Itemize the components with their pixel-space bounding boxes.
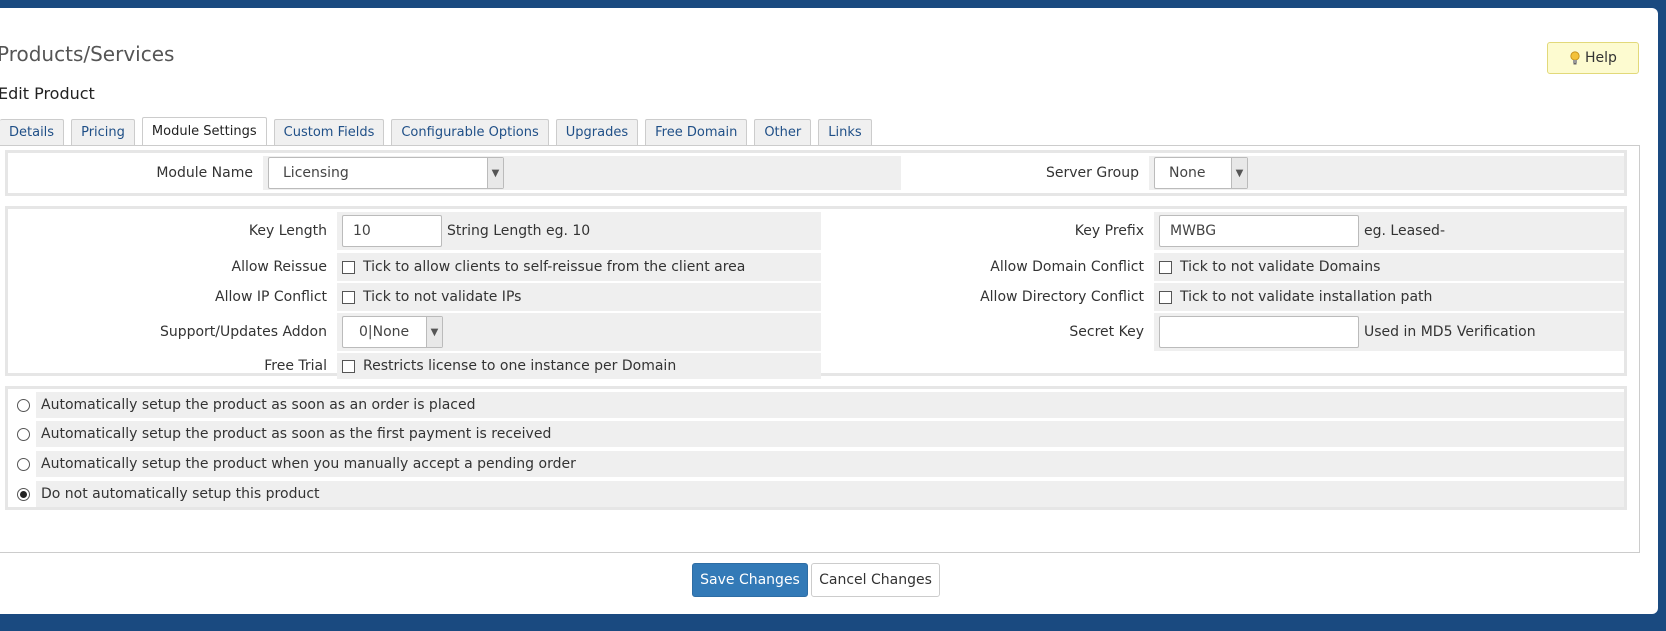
support-addon-select[interactable]: 0|None ▼	[342, 316, 443, 348]
key-length-hint: String Length eg. 10	[447, 223, 591, 239]
tab-pricing[interactable]: Pricing	[71, 119, 135, 145]
key-length-input[interactable]	[342, 215, 442, 247]
tab-bar: Details Pricing Module Settings Custom F…	[0, 117, 872, 145]
page-title: Products/Services	[0, 42, 175, 66]
setup-option: Do not automatically setup this product	[8, 481, 1624, 507]
allow-domain-conflict-text: Tick to not validate Domains	[1180, 259, 1381, 275]
setup-options-box: Automatically setup the product as soon …	[5, 386, 1627, 510]
setup-option-label[interactable]: Do not automatically setup this product	[36, 481, 1624, 507]
help-button[interactable]: Help	[1547, 42, 1639, 74]
setup-option-radio[interactable]	[17, 427, 30, 441]
module-name-label: Module Name	[156, 165, 253, 181]
cancel-changes-button[interactable]: Cancel Changes	[811, 563, 940, 597]
allow-domain-conflict-label: Allow Domain Conflict	[990, 259, 1144, 275]
key-prefix-hint: eg. Leased-	[1364, 223, 1445, 239]
setup-option-label[interactable]: Automatically setup the product as soon …	[36, 421, 1624, 447]
server-group-label: Server Group	[1046, 165, 1139, 181]
tab-module-settings[interactable]: Module Settings	[141, 117, 267, 145]
chevron-down-icon: ▼	[487, 158, 503, 188]
chevron-down-icon: ▼	[1231, 158, 1247, 188]
tab-configurable-options[interactable]: Configurable Options	[391, 119, 549, 145]
allow-directory-conflict-label: Allow Directory Conflict	[980, 289, 1144, 305]
support-addon-label: Support/Updates Addon	[159, 324, 327, 340]
allow-reissue-text: Tick to allow clients to self-reissue fr…	[363, 259, 746, 275]
allow-domain-conflict-checkbox[interactable]	[1159, 260, 1172, 274]
main-panel: Products/Services Edit Product Help Deta…	[0, 8, 1658, 614]
tab-free-domain[interactable]: Free Domain	[645, 119, 748, 145]
settings-box: Key Length String Length eg. 10 Key Pref…	[5, 206, 1627, 379]
page-subtitle: Edit Product	[0, 84, 95, 103]
help-label: Help	[1585, 50, 1617, 66]
support-addon-value: 0|None	[359, 324, 410, 340]
setup-option: Automatically setup the product as soon …	[8, 421, 1624, 447]
allow-reissue-cell: Tick to allow clients to self-reissue fr…	[337, 253, 821, 281]
module-name-cell: Licensing ▼	[263, 156, 901, 190]
secret-key-input[interactable]	[1159, 316, 1359, 348]
free-trial-cell: Restricts license to one instance per Do…	[337, 353, 821, 379]
tab-other[interactable]: Other	[754, 119, 812, 145]
secret-key-label: Secret Key	[1069, 324, 1144, 340]
tab-custom-fields[interactable]: Custom Fields	[273, 119, 385, 145]
allow-ip-conflict-text: Tick to not validate IPs	[363, 289, 522, 305]
save-changes-button[interactable]: Save Changes	[692, 563, 808, 597]
module-name-value: Licensing	[283, 165, 349, 181]
setup-option-radio-selected[interactable]	[17, 487, 30, 501]
setup-option-radio[interactable]	[17, 398, 30, 412]
server-group-value: None	[1169, 165, 1206, 181]
allow-ip-conflict-checkbox[interactable]	[342, 290, 355, 304]
chevron-down-icon: ▼	[426, 317, 442, 347]
allow-domain-conflict-cell: Tick to not validate Domains	[1154, 253, 1624, 281]
module-name-select[interactable]: Licensing ▼	[268, 157, 504, 189]
allow-reissue-label: Allow Reissue	[231, 259, 328, 275]
key-length-cell: String Length eg. 10	[337, 212, 821, 250]
setup-option: Automatically setup the product as soon …	[8, 392, 1624, 418]
allow-directory-conflict-text: Tick to not validate installation path	[1180, 289, 1433, 305]
secret-key-hint: Used in MD5 Verification	[1364, 324, 1536, 340]
server-group-cell: None ▼	[1149, 156, 1624, 190]
tab-links[interactable]: Links	[818, 119, 872, 145]
tab-details[interactable]: Details	[0, 119, 65, 145]
allow-ip-conflict-cell: Tick to not validate IPs	[337, 283, 821, 311]
tab-upgrades[interactable]: Upgrades	[555, 119, 639, 145]
key-prefix-input[interactable]	[1159, 215, 1359, 247]
secret-key-cell: Used in MD5 Verification	[1154, 313, 1624, 351]
support-addon-cell: 0|None ▼	[337, 313, 821, 351]
setup-option: Automatically setup the product when you…	[8, 451, 1624, 477]
module-box: Module Name Licensing ▼ Server Group Non…	[5, 150, 1627, 196]
allow-reissue-checkbox[interactable]	[342, 260, 355, 274]
free-trial-checkbox[interactable]	[342, 359, 355, 373]
allow-ip-conflict-label: Allow IP Conflict	[215, 289, 327, 305]
free-trial-label: Free Trial	[264, 358, 327, 374]
free-trial-text: Restricts license to one instance per Do…	[363, 358, 677, 374]
allow-directory-conflict-checkbox[interactable]	[1159, 290, 1172, 304]
setup-option-radio[interactable]	[17, 457, 30, 471]
setup-option-label[interactable]: Automatically setup the product when you…	[36, 451, 1624, 477]
server-group-select[interactable]: None ▼	[1154, 157, 1248, 189]
allow-directory-conflict-cell: Tick to not validate installation path	[1154, 283, 1624, 311]
key-prefix-label: Key Prefix	[1074, 223, 1144, 239]
tab-content: Module Name Licensing ▼ Server Group Non…	[0, 145, 1640, 553]
key-prefix-cell: eg. Leased-	[1154, 212, 1624, 250]
setup-option-label[interactable]: Automatically setup the product as soon …	[36, 392, 1624, 418]
key-length-label: Key Length	[248, 223, 327, 239]
lightbulb-icon	[1570, 51, 1580, 65]
